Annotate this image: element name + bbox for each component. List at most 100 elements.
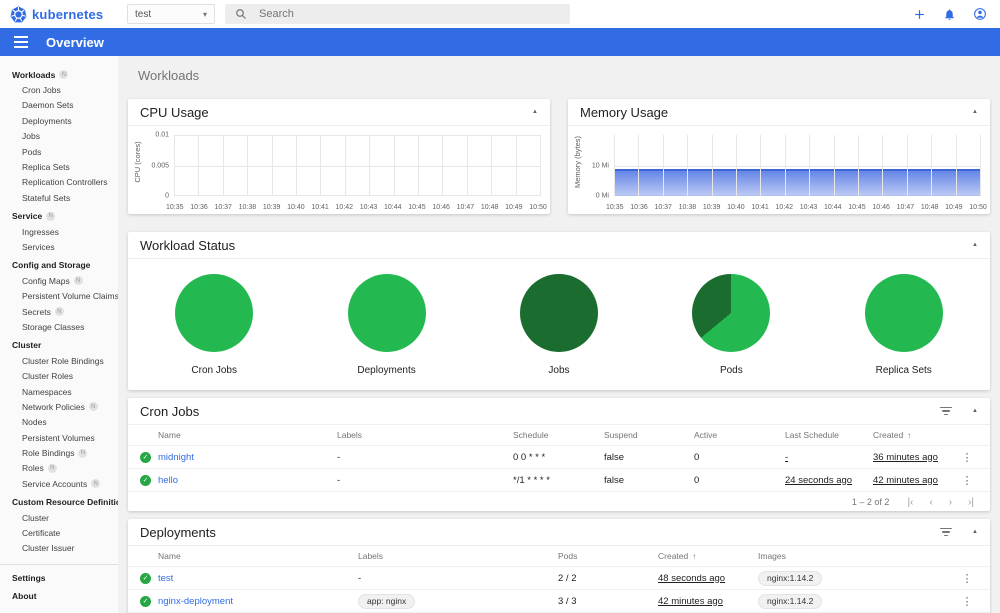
notifications-icon[interactable] xyxy=(943,8,956,21)
sidebar-item-network-policies[interactable]: Network Policies N xyxy=(0,399,118,414)
sidebar-item-cron-jobs[interactable]: Cron Jobs xyxy=(0,82,118,97)
collapse-icon[interactable]: ▲ xyxy=(972,109,978,115)
column-header-labels[interactable]: Labels xyxy=(358,551,558,561)
kebab-menu-icon[interactable]: ⋮ xyxy=(954,451,980,464)
sidebar-item-stateful-sets[interactable]: Stateful Sets xyxy=(0,190,118,205)
sidebar-item-role-bindings[interactable]: Role Bindings N xyxy=(0,445,118,460)
deployments-pie-chart[interactable] xyxy=(347,274,426,352)
column-header-created[interactable]: Created ↑ xyxy=(873,430,954,440)
deployments-header: Deployments ▲ xyxy=(128,519,990,546)
sidebar-item-custom-resource-definitions[interactable]: Custom Resource Definitions xyxy=(0,495,118,510)
column-header-schedule[interactable]: Schedule xyxy=(513,430,604,440)
x-tick-label: 10:45 xyxy=(408,204,426,211)
add-icon[interactable] xyxy=(913,8,926,21)
filter-icon[interactable] xyxy=(940,406,953,416)
column-header-suspend[interactable]: Suspend xyxy=(604,430,694,440)
deployment-name-link[interactable]: nginx-deployment xyxy=(158,596,358,607)
sidebar-item-cluster[interactable]: Cluster xyxy=(0,338,118,353)
cron-job-name-link[interactable]: midnight xyxy=(158,452,337,463)
sidebar-item-label: Storage Classes xyxy=(22,321,85,332)
sidebar-item-pods[interactable]: Pods xyxy=(0,144,118,159)
sidebar-item-cluster-issuer[interactable]: Cluster Issuer xyxy=(0,541,118,556)
column-header-images[interactable]: Images xyxy=(758,551,954,561)
brand[interactable]: kubernetes xyxy=(0,5,118,23)
gridline xyxy=(418,135,419,196)
filter-icon[interactable] xyxy=(940,527,953,537)
kebab-menu-icon[interactable]: ⋮ xyxy=(954,474,980,487)
sidebar-item-about[interactable]: About xyxy=(0,589,118,604)
sidebar-item-config-and-storage[interactable]: Config and Storage xyxy=(0,258,118,273)
gridline xyxy=(296,135,297,196)
sidebar-item-cluster[interactable]: Cluster xyxy=(0,510,118,525)
status-ok-icon: ✓ xyxy=(140,474,151,486)
column-header-created[interactable]: Created ↑ xyxy=(658,551,758,561)
jobs-pie-chart[interactable] xyxy=(519,274,598,352)
sidebar-item-settings[interactable]: Settings xyxy=(0,570,118,585)
collapse-icon[interactable]: ▲ xyxy=(972,242,978,248)
cron-job-name-link[interactable]: hello xyxy=(158,475,337,486)
column-header-last-schedule[interactable]: Last Schedule xyxy=(785,430,873,440)
first-page-icon[interactable]: |‹ xyxy=(907,497,913,508)
sidebar-item-daemon-sets[interactable]: Daemon Sets xyxy=(0,98,118,113)
pods-pie-chart[interactable] xyxy=(692,274,771,352)
account-icon[interactable] xyxy=(973,7,987,21)
collapse-icon[interactable]: ▲ xyxy=(972,408,978,414)
sidebar-item-workloads[interactable]: Workloads N xyxy=(0,67,118,82)
sidebar-item-storage-classes[interactable]: Storage Classes xyxy=(0,319,118,334)
sidebar-item-nodes[interactable]: Nodes xyxy=(0,415,118,430)
sidebar-nav: Workloads N Cron Jobs Daemon Sets Deployment… xyxy=(0,56,118,613)
memory-area-series xyxy=(614,168,980,196)
kebab-menu-icon[interactable]: ⋮ xyxy=(954,595,980,608)
cron-jobs-pie-chart[interactable] xyxy=(175,274,254,352)
sidebar-item-secrets[interactable]: Secrets N xyxy=(0,304,118,319)
sidebar-item-namespaces[interactable]: Namespaces xyxy=(0,384,118,399)
namespaced-badge: N xyxy=(91,479,101,489)
sidebar-item-replication-controllers[interactable]: Replication Controllers xyxy=(0,175,118,190)
sidebar-item-replica-sets[interactable]: Replica Sets xyxy=(0,159,118,174)
search-input[interactable]: Search xyxy=(225,4,570,24)
column-header-labels[interactable]: Labels xyxy=(337,430,513,440)
cpu-usage-title: CPU Usage xyxy=(140,104,209,120)
sidebar-item-certificate[interactable]: Certificate xyxy=(0,525,118,540)
kebab-menu-icon[interactable]: ⋮ xyxy=(954,572,980,585)
sidebar-item-service-accounts[interactable]: Service Accounts N xyxy=(0,476,118,491)
deployment-name-link[interactable]: test xyxy=(158,573,358,584)
sidebar-item-label: Replica Sets xyxy=(22,162,70,173)
gridline xyxy=(662,135,664,196)
sidebar-item-ingresses[interactable]: Ingresses xyxy=(0,224,118,239)
schedule-cell: */1 * * * * xyxy=(513,474,550,486)
gridline xyxy=(980,135,981,196)
sidebar-item-config-maps[interactable]: Config Maps N xyxy=(0,273,118,288)
next-page-icon[interactable]: › xyxy=(949,497,952,508)
gridline xyxy=(222,135,224,196)
collapse-icon[interactable]: ▲ xyxy=(532,109,538,115)
sidebar-item-cluster-role-bindings[interactable]: Cluster Role Bindings xyxy=(0,353,118,368)
sidebar-item-deployments[interactable]: Deployments xyxy=(0,113,118,128)
sidebar-item-persistent-volumes[interactable]: Persistent Volumes xyxy=(0,430,118,445)
label-chip: app: nginx xyxy=(358,593,416,609)
sidebar-item-services[interactable]: Services xyxy=(0,239,118,254)
x-tick-label: 10:37 xyxy=(654,204,672,211)
sidebar-item-label: Replication Controllers xyxy=(22,177,108,188)
cpu-y-axis-label: CPU (cores) xyxy=(133,141,142,183)
namespaced-badge: N xyxy=(47,463,57,473)
gridline xyxy=(614,135,615,196)
column-header-name[interactable]: Name xyxy=(158,430,337,440)
sidebar-item-persistent-volume-claims[interactable]: Persistent Volume ClaimsN xyxy=(0,288,118,303)
sidebar-item-roles[interactable]: Roles N xyxy=(0,461,118,476)
column-header-active[interactable]: Active xyxy=(694,430,785,440)
last-page-icon[interactable]: ›| xyxy=(968,497,974,508)
menu-icon[interactable] xyxy=(14,36,28,48)
replica-sets-pie-chart[interactable] xyxy=(864,274,943,352)
column-header-name[interactable]: Name xyxy=(158,551,358,561)
workload-status-title: Workload Status xyxy=(140,237,236,253)
namespace-select[interactable]: test ▾ xyxy=(127,4,215,24)
sidebar-item-service[interactable]: Service N xyxy=(0,209,118,224)
collapse-icon[interactable]: ▲ xyxy=(972,529,978,535)
column-header-pods[interactable]: Pods xyxy=(558,551,658,561)
cpu-plot-area: 0.01 0.005 0 xyxy=(151,132,541,200)
sidebar-item-jobs[interactable]: Jobs xyxy=(0,129,118,144)
sidebar-item-cluster-roles[interactable]: Cluster Roles xyxy=(0,368,118,383)
prev-page-icon[interactable]: ‹ xyxy=(929,497,932,508)
workload-status-card: Workload Status ▲ Cron Jobs Deployments Jo… xyxy=(128,232,990,390)
